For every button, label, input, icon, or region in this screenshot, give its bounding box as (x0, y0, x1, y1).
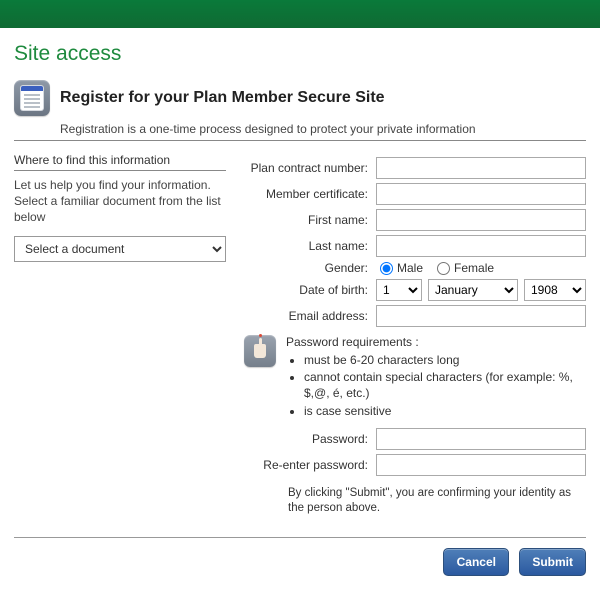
email-input[interactable] (376, 305, 586, 327)
gender-male-radio[interactable] (380, 262, 393, 275)
top-banner (0, 0, 600, 28)
info-body: Let us help you find your information. S… (14, 177, 226, 226)
label-last: Last name: (244, 239, 376, 253)
password-input[interactable] (376, 428, 586, 450)
dob-day-select[interactable]: 1 (376, 279, 422, 301)
reenter-password-input[interactable] (376, 454, 586, 476)
label-password: Password: (244, 432, 376, 446)
page-title: Site access (14, 42, 586, 66)
label-gender: Gender: (244, 261, 376, 275)
plan-contract-input[interactable] (376, 157, 586, 179)
pw-req-item: must be 6-20 characters long (304, 352, 586, 368)
divider-bottom (14, 537, 586, 538)
dob-month-select[interactable]: January (428, 279, 518, 301)
gender-female-label: Female (454, 261, 494, 275)
pw-req-heading: Password requirements : (286, 335, 586, 349)
gender-male-option[interactable]: Male (380, 261, 423, 275)
gender-male-label: Male (397, 261, 423, 275)
first-name-input[interactable] (376, 209, 586, 231)
gender-female-option[interactable]: Female (437, 261, 494, 275)
info-heading: Where to find this information (14, 153, 226, 171)
member-certificate-input[interactable] (376, 183, 586, 205)
pw-req-item: cannot contain special characters (for e… (304, 369, 586, 401)
last-name-input[interactable] (376, 235, 586, 257)
label-plan: Plan contract number: (244, 161, 376, 175)
pw-req-list: must be 6-20 characters long cannot cont… (304, 352, 586, 419)
label-dob: Date of birth: (244, 283, 376, 297)
confirm-text: By clicking "Submit", you are confirming… (288, 486, 586, 517)
form-title: Register for your Plan Member Secure Sit… (60, 89, 385, 107)
label-password2: Re-enter password: (244, 458, 376, 472)
document-icon (14, 80, 50, 116)
cancel-button[interactable]: Cancel (443, 548, 509, 576)
label-email: Email address: (244, 309, 376, 323)
label-first: First name: (244, 213, 376, 227)
document-select[interactable]: Select a document (14, 236, 226, 262)
form-subtitle: Registration is a one-time process desig… (60, 122, 586, 136)
touch-icon (244, 335, 276, 367)
gender-female-radio[interactable] (437, 262, 450, 275)
pw-req-item: is case sensitive (304, 403, 586, 419)
divider (14, 140, 586, 141)
submit-button[interactable]: Submit (519, 548, 586, 576)
dob-year-select[interactable]: 1908 (524, 279, 586, 301)
label-cert: Member certificate: (244, 187, 376, 201)
